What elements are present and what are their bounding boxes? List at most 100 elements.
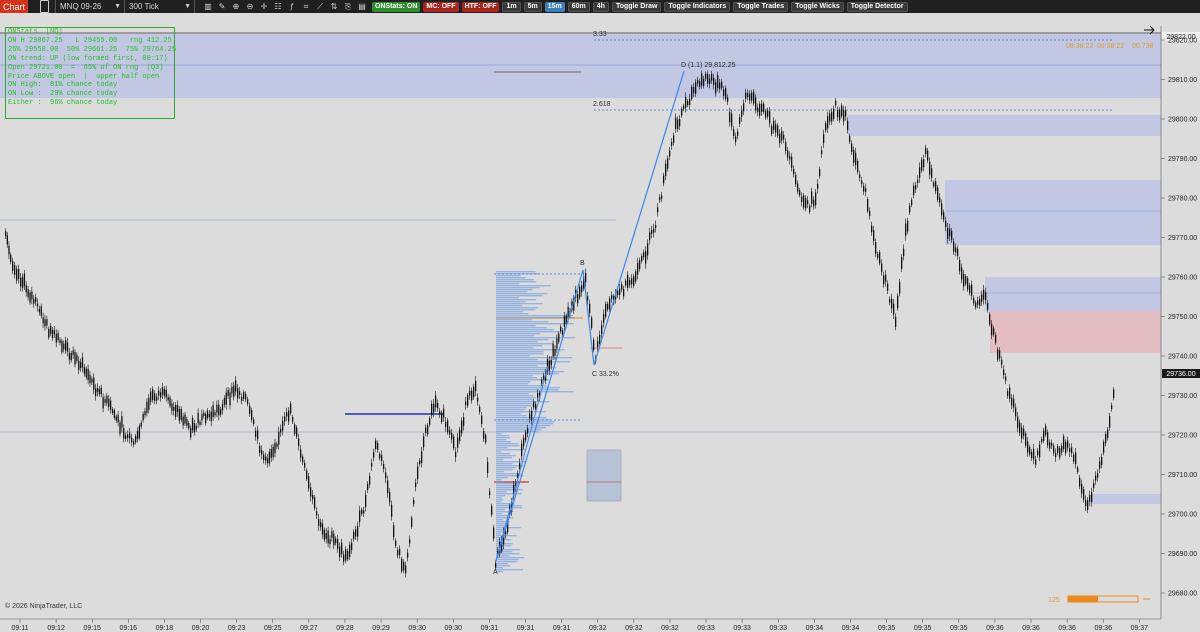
candle-body	[257, 430, 259, 440]
timeframe-4h-button[interactable]: 4h	[592, 1, 609, 12]
trade-icon[interactable]: ⇅	[327, 0, 341, 13]
drawing-tool-icon[interactable]: ✎	[215, 0, 229, 13]
timeframe-15m-button[interactable]: 15m	[544, 1, 565, 12]
candle-body	[847, 120, 849, 131]
toggle-detector-button[interactable]: Toggle Detector	[846, 1, 908, 12]
window-square-icon[interactable]	[40, 0, 50, 13]
candle-body	[102, 397, 104, 409]
candle-body	[741, 110, 743, 117]
bar-style-icon[interactable]: ▥	[201, 0, 215, 13]
candle-body	[399, 548, 401, 556]
toggle-wicks-button[interactable]: Toggle Wicks	[791, 1, 844, 12]
time-tick-label: 09:36	[1094, 625, 1112, 632]
candle-body	[783, 134, 785, 140]
timeframe-60m-button[interactable]: 60m	[567, 1, 590, 12]
volume-bar	[496, 469, 513, 471]
volume-bar	[496, 403, 535, 405]
toggle-draw-button[interactable]: Toggle Draw	[611, 1, 662, 12]
candle-body	[805, 198, 807, 209]
volume-bar	[496, 289, 533, 291]
candle-body	[1103, 442, 1105, 453]
stats-line: ON H 29867.25 L 29455.00 rng 412.25	[8, 36, 172, 45]
price-tick-label: 29730.00	[1168, 393, 1197, 400]
candle-body	[769, 111, 771, 124]
instrument-selector[interactable]: MNQ 09-26 ▼	[55, 0, 126, 13]
mc-toggle-button[interactable]: MC: OFF	[423, 1, 459, 12]
candle-body	[493, 527, 495, 539]
volume-bar	[496, 461, 526, 463]
volume-bar	[496, 275, 521, 277]
volume-bar	[496, 467, 516, 469]
candle-body	[421, 451, 423, 464]
candle-body	[377, 443, 379, 450]
candle-body	[851, 143, 853, 153]
properties-icon[interactable]: ☷	[271, 0, 285, 13]
candle-body	[178, 409, 181, 421]
strategies-icon[interactable]: ⌗	[299, 0, 313, 13]
candle-body	[671, 142, 673, 146]
candle-body	[127, 434, 129, 438]
timeframe-1m-button[interactable]: 1m	[502, 1, 521, 12]
stats-line: ON Low : 29% chance today	[8, 90, 118, 99]
candle-body	[997, 349, 999, 360]
volume-bar	[496, 351, 544, 353]
candle-body	[651, 230, 653, 234]
candle-body	[991, 323, 993, 336]
candle-body	[318, 518, 320, 527]
candle-body	[987, 302, 989, 310]
volume-bar	[496, 273, 539, 275]
htf-toggle-button[interactable]: HTF: OFF	[461, 1, 500, 12]
stats-line: 25% 29558.00 50% 29661.25 75% 29764.25	[8, 45, 177, 54]
toggle-trades-button[interactable]: Toggle Trades	[733, 1, 789, 12]
line-tool-icon[interactable]: ⟋	[313, 0, 327, 13]
candle-body	[599, 334, 601, 345]
crosshair-icon[interactable]: ✛	[257, 0, 271, 13]
onstats-panel: ONStats [NQ] ON H 29867.25 L 29455.00 rn…	[5, 27, 177, 119]
candle-body	[857, 160, 859, 172]
candle-body	[1099, 461, 1101, 469]
volume-bar	[496, 411, 546, 413]
candle-body	[789, 156, 791, 160]
timer-label-3: 00.738	[1132, 43, 1154, 50]
candle-body	[445, 421, 447, 427]
price-tick-label: 29700.00	[1168, 512, 1197, 519]
price-chart[interactable]: 3.33 2.618 D (1.1) 29,812.25 B C 33.2% A…	[0, 13, 1200, 632]
chart-tab[interactable]: Chart	[0, 0, 29, 13]
candle-body	[873, 230, 875, 241]
candle-body	[853, 149, 855, 163]
onstats-toggle-button[interactable]: ONStats: ON	[372, 1, 421, 12]
indicators-icon[interactable]: ƒ	[285, 0, 299, 13]
candle-body	[807, 200, 809, 204]
candle-body	[963, 273, 965, 287]
candle-body	[905, 223, 907, 236]
timeframe-5m-button[interactable]: 5m	[523, 1, 542, 12]
zoom-out-icon[interactable]: ⊖	[243, 0, 257, 13]
chart-canvas[interactable]: 3.33 2.618 D (1.1) 29,812.25 B C 33.2% A…	[0, 13, 1200, 632]
candle-body	[136, 430, 139, 439]
price-axis[interactable]: 29822.00 29736.00 29820.0029810.0029800.…	[1160, 26, 1200, 619]
candle-body	[312, 494, 314, 500]
volume-bar	[496, 425, 551, 427]
time-tick-label: 09:18	[156, 625, 174, 632]
candle-body	[100, 387, 102, 395]
candle-body	[785, 141, 787, 151]
time-tick-label: 09:33	[697, 625, 715, 632]
candle-body	[721, 81, 723, 89]
template-icon[interactable]: ▤	[355, 0, 369, 13]
time-axis[interactable]: 09:11 09:12 09:15 09:16 09:18 09:20 09:23 09:25…	[0, 618, 1161, 632]
zoom-in-icon[interactable]: ⊕	[229, 0, 243, 13]
volume-bar	[496, 491, 507, 493]
toggle-indicators-button[interactable]: Toggle Indicators	[664, 1, 731, 12]
export-icon[interactable]: ⎘	[341, 0, 355, 13]
volume-bar	[496, 391, 574, 393]
period-selector[interactable]: 300 Tick ▼	[125, 0, 196, 13]
time-tick-label: 09:31	[517, 625, 535, 632]
candle-body	[719, 82, 721, 90]
candle-body	[339, 546, 341, 557]
candle-body	[435, 395, 437, 408]
candle-body	[457, 437, 459, 448]
candle-body	[243, 392, 245, 399]
candle-body	[552, 343, 554, 357]
candle-body	[85, 368, 87, 378]
instrument-label: MNQ 09-26	[60, 2, 102, 11]
